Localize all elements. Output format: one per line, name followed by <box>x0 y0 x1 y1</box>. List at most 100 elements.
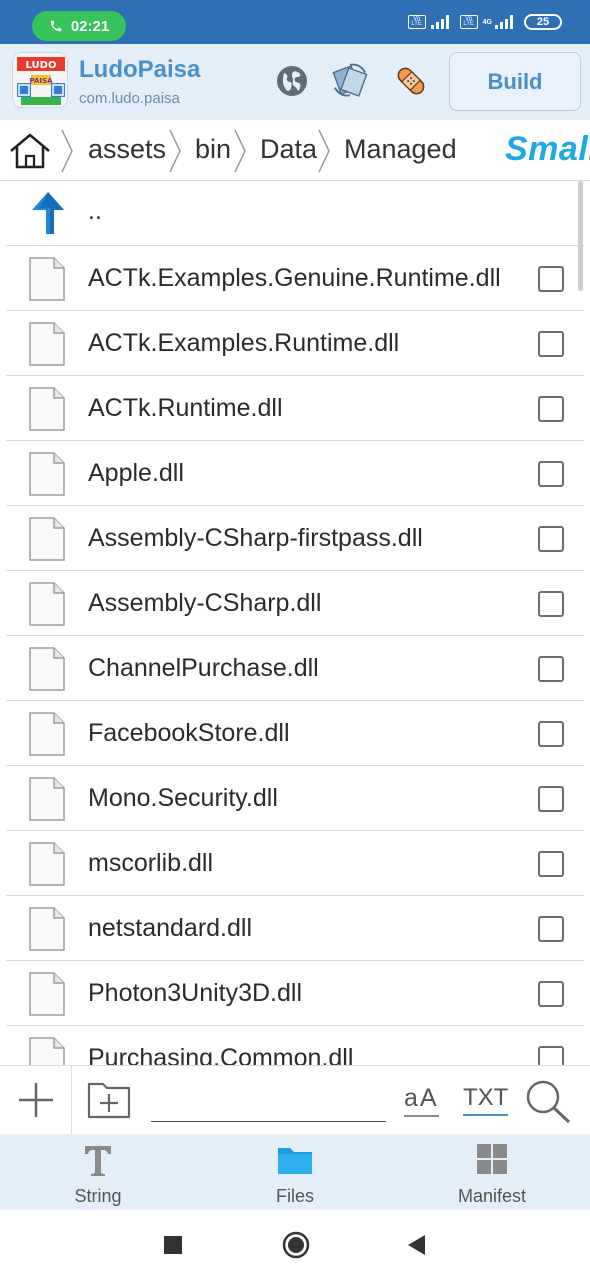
parent-directory-row[interactable]: .. <box>6 181 584 246</box>
file-row[interactable]: mscorlib.dll <box>6 831 584 896</box>
signal-icon <box>430 15 449 29</box>
file-row[interactable]: ACTk.Runtime.dll <box>6 376 584 441</box>
breadcrumb-item-bin[interactable]: bin <box>195 134 231 165</box>
file-name: Mono.Security.dll <box>88 784 278 812</box>
chevron-right-icon <box>61 129 73 173</box>
match-case-toggle[interactable]: aA <box>404 1084 439 1117</box>
file-row[interactable]: Apple.dll <box>6 441 584 506</box>
file-name: mscorlib.dll <box>88 849 214 877</box>
breadcrumb-item-data[interactable]: Data <box>260 134 317 165</box>
file-icon <box>29 712 65 756</box>
bottom-navigation: String Files Manifest <box>0 1134 590 1210</box>
file-icon <box>29 387 65 431</box>
status-bar: 02:21 Vo LTE Vo LTE 4G 25 <box>0 0 590 44</box>
file-name: Photon3Unity3D.dll <box>88 979 303 1007</box>
home-circle-icon[interactable] <box>281 1230 311 1260</box>
file-checkbox[interactable] <box>538 591 564 617</box>
file-checkbox[interactable] <box>538 1046 564 1065</box>
file-checkbox[interactable] <box>538 656 564 682</box>
new-folder-icon[interactable] <box>86 1078 132 1120</box>
text-icon <box>85 1146 111 1176</box>
signal-icon <box>495 15 513 29</box>
nav-tab-string[interactable]: String <box>0 1134 196 1210</box>
scrollbar[interactable] <box>578 181 583 291</box>
file-name: ACTk.Examples.Genuine.Runtime.dll <box>88 264 501 292</box>
nav-label-manifest: Manifest <box>457 1186 527 1206</box>
file-row[interactable]: netstandard.dll <box>6 896 584 961</box>
build-button[interactable]: Build <box>449 52 581 111</box>
file-checkbox[interactable] <box>538 786 564 812</box>
file-row[interactable]: ACTk.Examples.Genuine.Runtime.dll <box>6 246 584 311</box>
breadcrumb-item-assets[interactable]: assets <box>88 134 166 165</box>
file-icon <box>29 452 65 496</box>
file-name: netstandard.dll <box>88 914 253 942</box>
file-icon <box>29 322 65 366</box>
system-navigation-bar <box>0 1210 590 1280</box>
file-icon <box>29 842 65 886</box>
chevron-right-icon <box>169 129 181 173</box>
file-name: Purchasing.Common.dll <box>88 1044 354 1065</box>
app-name: LudoPaisa <box>79 56 201 83</box>
search-input[interactable] <box>151 1084 386 1122</box>
file-name: ACTk.Examples.Runtime.dll <box>88 329 400 357</box>
smali-mode-button[interactable]: Smali <box>505 130 590 169</box>
file-icon <box>29 517 65 561</box>
battery-level: 25 <box>536 16 550 28</box>
file-checkbox[interactable] <box>538 721 564 747</box>
sync-transfer-icon[interactable] <box>331 62 369 100</box>
file-name: Assembly-CSharp-firstpass.dll <box>88 524 423 552</box>
ongoing-call-pill[interactable]: 02:21 <box>32 11 126 41</box>
nav-tab-files[interactable]: Files <box>197 1134 393 1210</box>
file-row[interactable]: Mono.Security.dll <box>6 766 584 831</box>
recents-icon[interactable] <box>158 1230 188 1260</box>
breadcrumb-item-managed[interactable]: Managed <box>344 134 457 165</box>
file-checkbox[interactable] <box>538 916 564 942</box>
file-name: FacebookStore.dll <box>88 719 290 747</box>
file-row[interactable]: ACTk.Examples.Runtime.dll <box>6 311 584 376</box>
back-icon[interactable] <box>402 1230 432 1260</box>
file-name: Apple.dll <box>88 459 184 487</box>
file-checkbox[interactable] <box>538 526 564 552</box>
file-checkbox[interactable] <box>538 266 564 292</box>
nav-tab-manifest[interactable]: Manifest <box>394 1134 590 1210</box>
grid-icon <box>477 1144 507 1174</box>
file-row[interactable]: ChannelPurchase.dll <box>6 636 584 701</box>
breadcrumb: assets bin Data Managed Smali <box>0 120 590 181</box>
app-header: LUDO PAISA LudoPaisa com.ludo.paisa Buil… <box>0 44 590 120</box>
nav-label-string: String <box>74 1186 122 1206</box>
add-icon[interactable] <box>16 1080 56 1120</box>
chevron-right-icon <box>234 129 246 173</box>
volte-icon: Vo LTE <box>459 15 478 29</box>
search-icon[interactable] <box>524 1078 572 1124</box>
globe-icon[interactable] <box>273 62 311 100</box>
chevron-right-icon <box>318 129 330 173</box>
phone-icon <box>50 20 62 32</box>
file-icon <box>29 647 65 691</box>
nav-label-files: Files <box>275 1186 314 1206</box>
file-checkbox[interactable] <box>538 396 564 422</box>
up-arrow-icon <box>32 192 64 234</box>
file-row[interactable]: Assembly-CSharp-firstpass.dll <box>6 506 584 571</box>
battery-icon: 25 <box>524 14 562 30</box>
file-checkbox[interactable] <box>538 331 564 357</box>
file-checkbox[interactable] <box>538 461 564 487</box>
file-row[interactable]: FacebookStore.dll <box>6 701 584 766</box>
file-checkbox[interactable] <box>538 851 564 877</box>
network-type: 4G <box>482 18 492 26</box>
file-row[interactable]: Assembly-CSharp.dll <box>6 571 584 636</box>
file-icon <box>29 257 65 301</box>
file-icon <box>29 582 65 626</box>
screen: 02:21 Vo LTE Vo LTE 4G 25 LUDO PAISA Lud… <box>0 0 590 1280</box>
patch-icon[interactable] <box>392 62 430 100</box>
bottom-toolbar: aA TXT <box>0 1065 590 1135</box>
file-checkbox[interactable] <box>538 981 564 1007</box>
status-time: 02:21 <box>70 17 110 35</box>
parent-directory-label: .. <box>88 197 102 225</box>
logo-text-bottom: PAISA <box>30 77 54 85</box>
file-list: .. ACTk.Examples.Genuine.Runtime.dll ACTk… <box>0 181 590 1065</box>
file-row[interactable]: Photon3Unity3D.dll <box>6 961 584 1026</box>
file-row[interactable]: Purchasing.Common.dll <box>6 1026 584 1065</box>
txt-filter-toggle[interactable]: TXT <box>463 1084 509 1116</box>
home-icon[interactable] <box>8 132 52 170</box>
file-icon <box>29 972 65 1016</box>
